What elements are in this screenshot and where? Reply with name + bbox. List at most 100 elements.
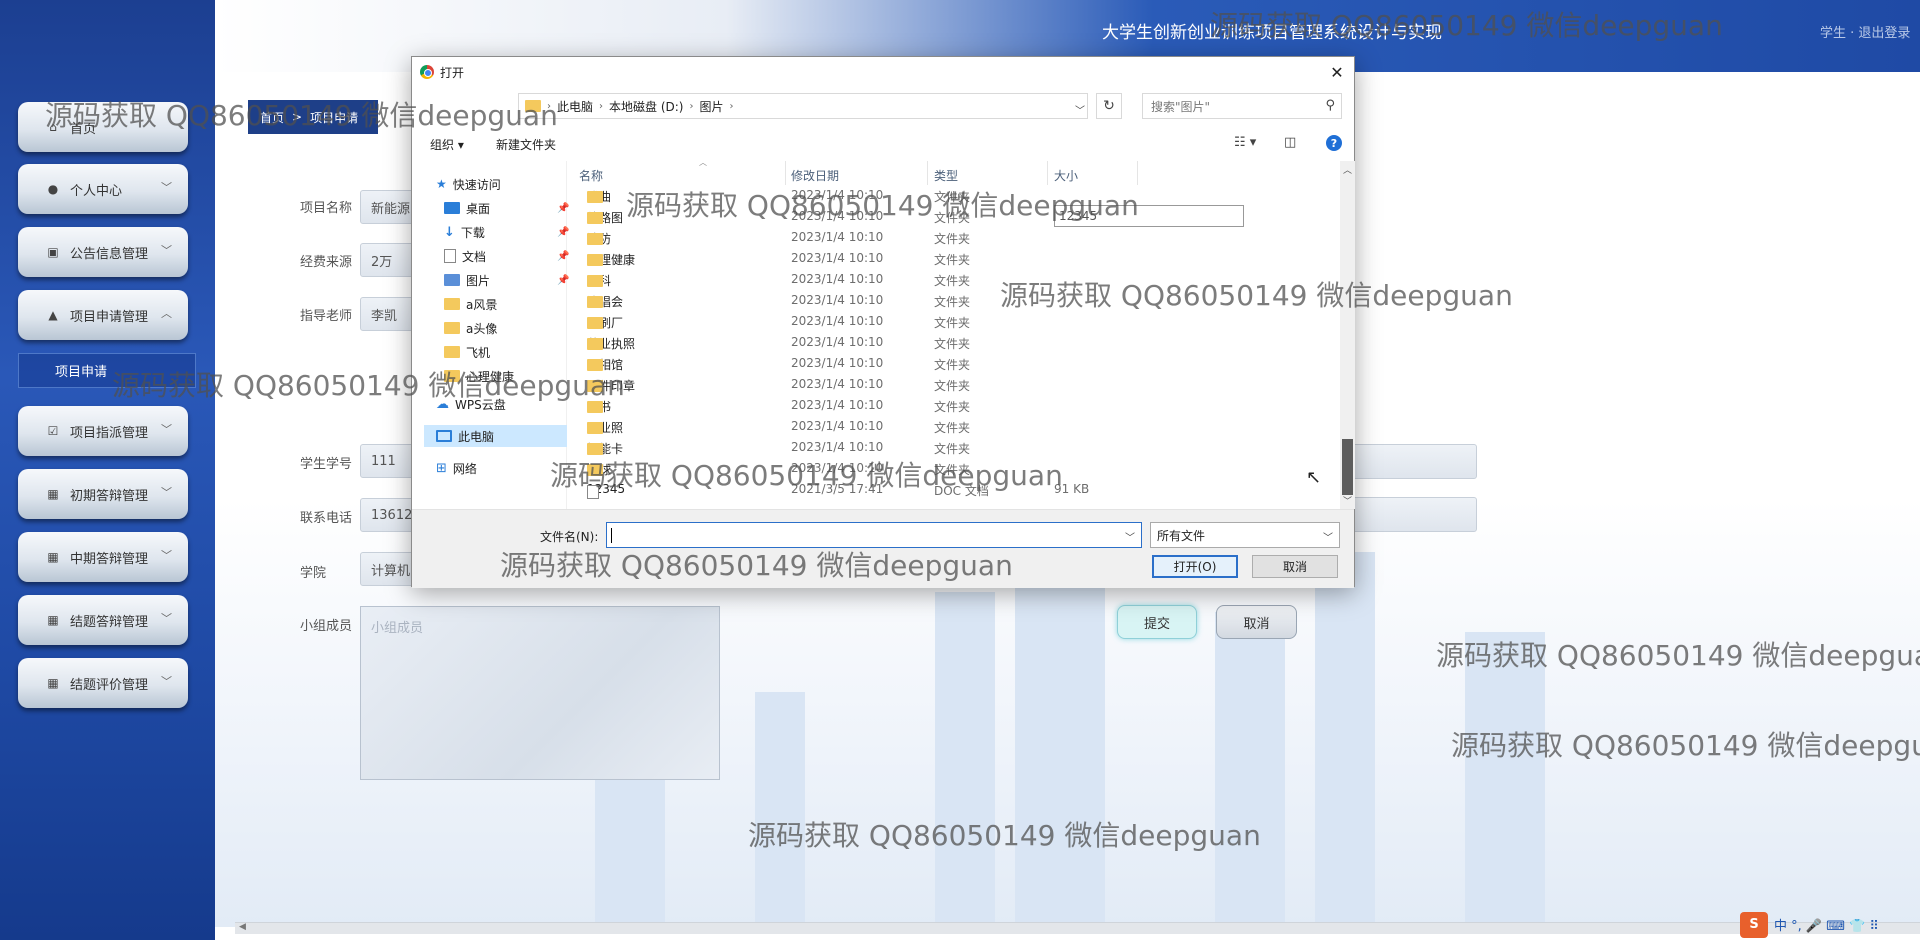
scroll-down-icon[interactable]: ﹀	[1343, 494, 1352, 507]
ime-toolbar[interactable]: S 中 °, 🎤 ⌨ 👕 ⠿	[1740, 909, 1920, 940]
nav-folder[interactable]: 飞机	[444, 341, 490, 363]
nav-network[interactable]: ⊞ 网络	[436, 457, 477, 479]
sidebar-item-initial-defense[interactable]: ▦ 初期答辩管理 ﹀	[18, 469, 188, 519]
file-type: 文件夹	[934, 316, 971, 330]
chrome-icon	[420, 65, 434, 79]
file-row[interactable]: 职业照 2023/1/4 10:10 文件夹	[577, 416, 1177, 437]
column-header-size[interactable]: 大小	[1054, 167, 1078, 185]
sidebar-item-project-assign[interactable]: ☑ 项目指派管理 ﹀	[18, 406, 188, 456]
nav-this-pc[interactable]: 此电脑	[424, 425, 567, 447]
filename-input[interactable]: ﹀	[606, 522, 1142, 548]
home-icon: ⌂	[49, 120, 57, 134]
nav-label: 此电脑	[458, 429, 495, 444]
nav-documents[interactable]: 文档 📌	[444, 245, 579, 267]
dialog-cancel-button[interactable]: 取消	[1252, 555, 1338, 578]
sidebar-item-final-evaluation[interactable]: ▦ 结题评价管理 ﹀	[18, 658, 188, 708]
chevron-down-icon[interactable]: ﹀	[1323, 529, 1333, 544]
address-bar[interactable]: › 此电脑 › 本地磁盘 (D:) › 图片 › ﹀	[518, 93, 1088, 119]
ime-status[interactable]: 中 °, 🎤 ⌨ 👕 ⠿	[1774, 915, 1879, 934]
file-row[interactable]: 印刷厂 2023/1/4 10:10 文件夹	[577, 311, 1177, 332]
document-icon	[444, 249, 456, 263]
sidebar-item-final-defense[interactable]: ▦ 结题答辩管理 ﹀	[18, 595, 188, 645]
file-row[interactable]: 12345 2021/3/5 17:41 DOC 文档 91 KB	[577, 479, 1177, 500]
file-type: DOC 文档	[934, 484, 989, 498]
nav-pictures[interactable]: 图片 📌	[444, 269, 579, 291]
nav-folder[interactable]: a风景	[444, 293, 497, 315]
nav-folder[interactable]: a头像	[444, 317, 497, 339]
cloud-icon: ☁	[436, 396, 449, 412]
sidebar-item-personal-center[interactable]: ● 个人中心 ﹀	[18, 164, 188, 214]
nav-desktop[interactable]: 桌面 📌	[444, 197, 579, 219]
file-row[interactable]: 证件印章 2023/1/4 10:10 文件夹	[577, 374, 1177, 395]
vertical-scrollbar[interactable]: ︿ ﹀	[1340, 161, 1355, 509]
column-header-name[interactable]: 名称	[579, 167, 603, 185]
file-row[interactable]: 足球 2023/1/4 10:10 文件夹	[577, 458, 1177, 479]
column-divider[interactable]	[1047, 161, 1048, 185]
organize-button[interactable]: 组织 ▾	[430, 136, 464, 153]
new-folder-button[interactable]: 新建文件夹	[496, 136, 556, 153]
column-divider[interactable]	[1137, 161, 1138, 185]
file-type: 文件夹	[934, 421, 971, 435]
file-name: 证书	[587, 398, 611, 415]
refresh-icon[interactable]: ↻	[1096, 93, 1122, 119]
sidebar-item-announcements[interactable]: ▣ 公告信息管理 ﹀	[18, 227, 188, 277]
nav-folder[interactable]: 心理健康	[444, 365, 514, 387]
sidebar-item-mid-defense[interactable]: ▦ 中期答辩管理 ﹀	[18, 532, 188, 582]
open-button[interactable]: 打开(O)	[1152, 555, 1238, 578]
sogou-logo-icon[interactable]: S	[1740, 911, 1768, 938]
user-menu[interactable]: 学生 · 退出登录	[1820, 22, 1910, 41]
search-placeholder: 搜索"图片"	[1151, 99, 1211, 114]
scroll-left-icon[interactable]: ◀	[239, 922, 246, 932]
nav-label: 下载	[460, 225, 485, 240]
nav-wps-cloud[interactable]: ☁ WPS云盘	[436, 393, 506, 415]
chevron-down-icon: ﹀	[161, 612, 172, 625]
address-crumb[interactable]: 此电脑	[557, 98, 593, 115]
dialog-titlebar[interactable]: 打开 ✕	[412, 57, 1354, 87]
help-icon[interactable]: ?	[1326, 135, 1342, 151]
file-row[interactable]: 照相馆 2023/1/4 10:10 文件夹	[577, 353, 1177, 374]
column-header-date[interactable]: 修改日期	[791, 167, 839, 185]
members-textarea[interactable]: 小组成员	[360, 606, 720, 780]
view-options-icon[interactable]: ☷ ▾	[1234, 135, 1256, 150]
horizontal-scrollbar[interactable]: ◀	[235, 922, 1920, 934]
nav-downloads[interactable]: ↓ 下载 📌	[444, 221, 579, 243]
search-icon[interactable]: ⚲	[1325, 98, 1335, 113]
sidebar-subitem-project-apply[interactable]: 项目申请	[18, 353, 196, 388]
sidebar-item-project-application[interactable]: ▲ 项目申请管理 ︿	[18, 290, 188, 340]
file-row[interactable]: 消防 2023/1/4 10:10 文件夹	[577, 227, 1177, 248]
file-date: 2023/1/4 10:10	[791, 251, 884, 265]
sidebar-item-home[interactable]: ⌂ 首页	[18, 102, 188, 152]
close-icon[interactable]: ✕	[1326, 61, 1348, 83]
nav-label: 心理健康	[466, 369, 515, 384]
scroll-up-icon[interactable]: ︿	[1343, 163, 1352, 176]
column-divider[interactable]	[785, 161, 786, 185]
search-input[interactable]: 搜索"图片" ⚲	[1142, 93, 1342, 119]
preview-pane-icon[interactable]: ◫	[1284, 135, 1296, 150]
file-row[interactable]: 演唱会 2023/1/4 10:10 文件夹	[577, 290, 1177, 311]
column-header-type[interactable]: 类型	[934, 167, 958, 185]
nav-label: 图片	[466, 273, 491, 288]
chevron-down-icon[interactable]: ﹀	[1075, 102, 1085, 117]
file-row[interactable]: 戏曲 2023/1/4 10:10 文件夹	[577, 185, 1177, 206]
file-name: 12345	[587, 482, 625, 499]
rename-field[interactable]: 12345	[1054, 205, 1244, 227]
address-crumb[interactable]: 图片	[699, 98, 723, 115]
file-type: 文件夹	[934, 295, 971, 309]
text-caret	[611, 528, 612, 543]
scrollbar-thumb[interactable]	[1342, 439, 1353, 495]
file-row[interactable]: 智能卡 2023/1/4 10:10 文件夹	[577, 437, 1177, 458]
column-divider[interactable]	[927, 161, 928, 185]
chevron-down-icon[interactable]: ﹀	[1125, 529, 1135, 544]
folder-icon	[587, 359, 603, 371]
file-row[interactable]: 心理健康 2023/1/4 10:10 文件夹	[577, 248, 1177, 269]
submit-button[interactable]: 提交	[1117, 605, 1197, 639]
breadcrumb-home[interactable]: 首页	[260, 109, 284, 126]
file-row[interactable]: 证书 2023/1/4 10:10 文件夹	[577, 395, 1177, 416]
cancel-button[interactable]: 取消	[1216, 605, 1297, 639]
file-type-select[interactable]: 所有文件 ﹀	[1150, 522, 1340, 548]
pin-icon: 📌	[557, 202, 570, 214]
address-crumb[interactable]: 本地磁盘 (D:)	[609, 98, 683, 115]
nav-quick-access[interactable]: ★ 快速访问	[436, 173, 501, 195]
file-row[interactable]: 营业执照 2023/1/4 10:10 文件夹	[577, 332, 1177, 353]
file-row[interactable]: 牙科 2023/1/4 10:10 文件夹	[577, 269, 1177, 290]
